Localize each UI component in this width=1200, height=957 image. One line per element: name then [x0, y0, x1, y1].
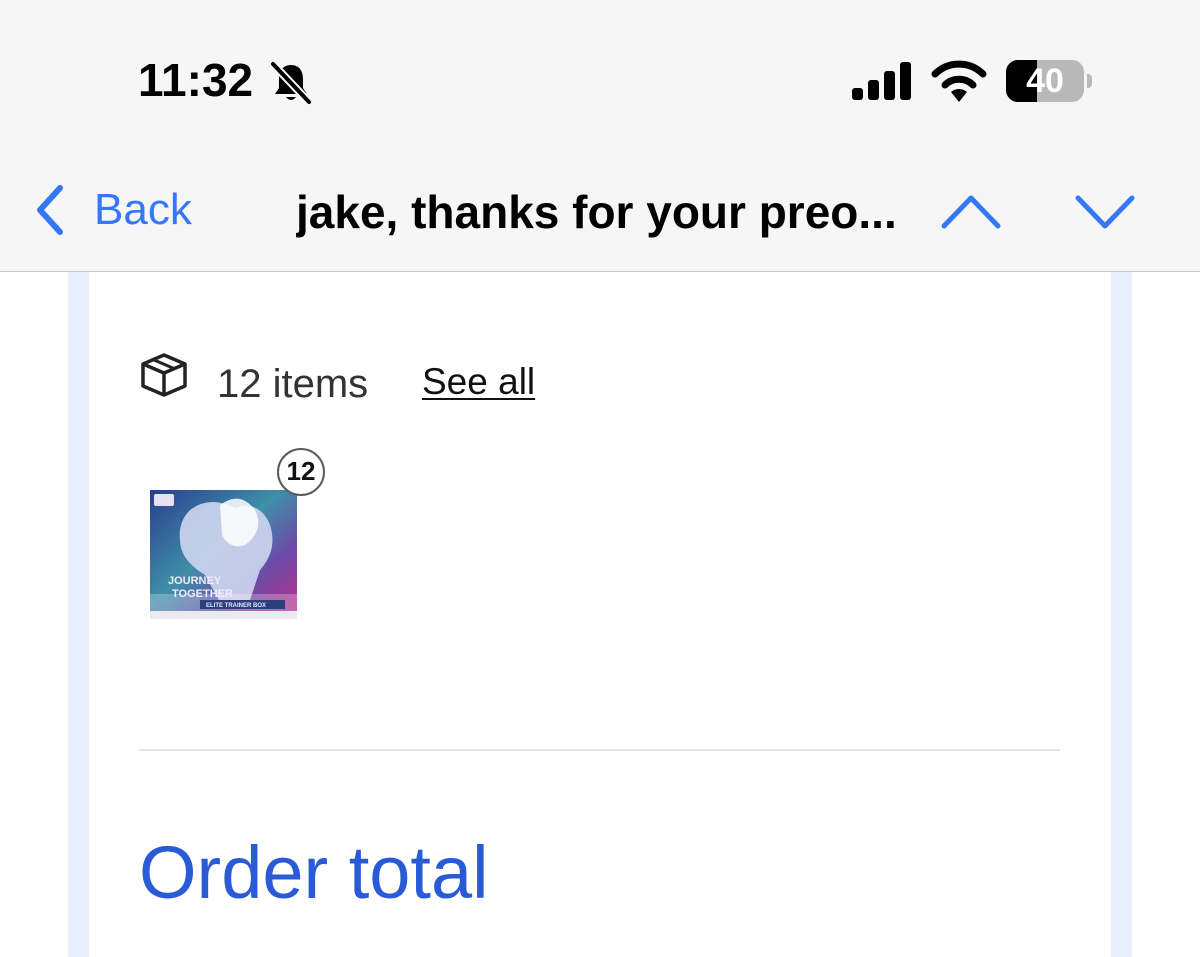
- wifi-icon: [931, 60, 987, 102]
- back-button[interactable]: Back: [30, 178, 192, 242]
- bell-slash-icon: [270, 61, 312, 105]
- email-subject-title: jake, thanks for your preo...: [296, 186, 897, 238]
- product-image[interactable]: JOURNEY TOGETHER ELITE TRAINER BOX: [150, 490, 297, 619]
- battery-body: 40: [1006, 60, 1084, 102]
- battery-percent: 40: [1026, 62, 1064, 100]
- divider: [139, 749, 1060, 751]
- items-count: 12 items: [217, 362, 369, 406]
- chevron-up-icon[interactable]: [938, 188, 1004, 236]
- back-label: Back: [94, 185, 192, 234]
- battery-icon: 40: [1006, 60, 1092, 102]
- battery-cap: [1087, 74, 1092, 88]
- product-text-journey: JOURNEY: [168, 575, 222, 587]
- quantity-badge: 12: [277, 448, 325, 496]
- order-total-heading: Order total: [139, 831, 489, 914]
- top-header: 11:32 40 Back jake, thanks for your preo…: [0, 0, 1200, 272]
- email-body-frame: 12 items See all JOURNEY TOGETHER ELITE …: [68, 272, 1132, 957]
- chevron-left-icon: [37, 185, 63, 235]
- product-text-etb: ELITE TRAINER BOX: [206, 603, 266, 609]
- chevron-down-icon[interactable]: [1072, 188, 1138, 236]
- cellular-signal-icon: [852, 62, 911, 100]
- see-all-link[interactable]: See all: [422, 356, 535, 408]
- email-screen: 11:32 40 Back jake, thanks for your preo…: [0, 0, 1200, 957]
- order-card: 12 items See all JOURNEY TOGETHER ELITE …: [89, 272, 1111, 957]
- package-box-icon: [141, 353, 187, 397]
- product-text-together: TOGETHER: [172, 588, 233, 600]
- status-time: 11:32: [138, 54, 254, 106]
